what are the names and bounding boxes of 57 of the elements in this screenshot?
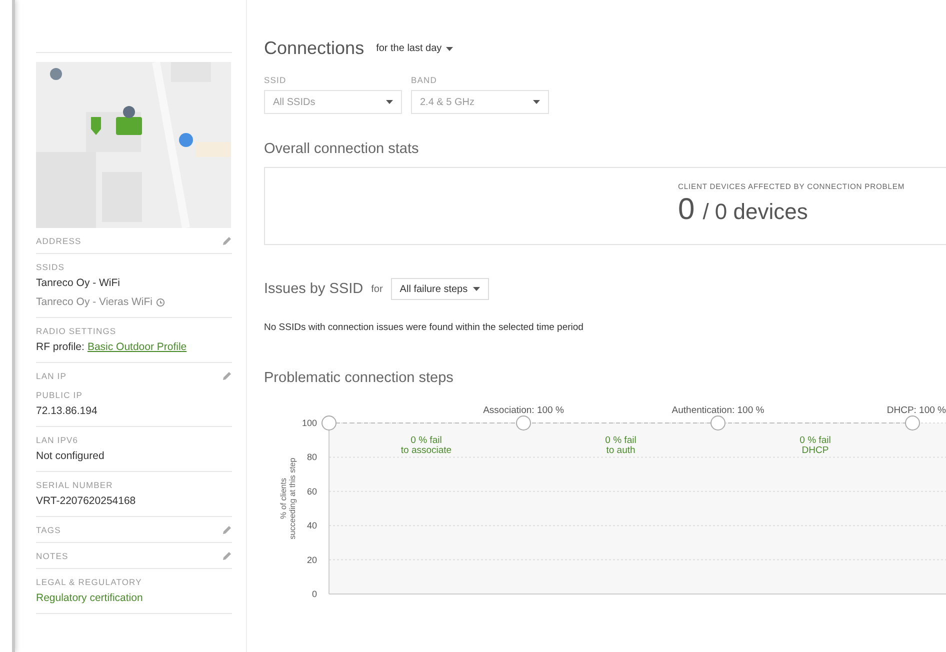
fail-label: 0 % fail to auth xyxy=(605,435,636,456)
step-label: Association: 100 % xyxy=(483,405,564,416)
profile-link[interactable]: Basic Outdoor Profile xyxy=(87,339,187,355)
page-title: Connections xyxy=(264,38,364,59)
field-label: PUBLIC IP xyxy=(36,390,82,400)
caret-icon xyxy=(472,287,480,291)
filter-select[interactable]: All SSIDs xyxy=(264,90,402,114)
pencil-icon[interactable] xyxy=(222,371,232,381)
data-point xyxy=(710,416,726,430)
field-label: NOTES xyxy=(36,551,68,561)
tick-label: 60 xyxy=(306,486,317,496)
for-label: for xyxy=(371,284,383,294)
caret-icon xyxy=(446,46,453,50)
tick-label: 0 xyxy=(312,589,317,599)
step-label: DHCP: 100 % xyxy=(886,405,946,416)
device-total: / 0 devices xyxy=(702,199,808,225)
field-label: ADDRESS xyxy=(36,236,82,246)
field-value: VRT-2207620254168 xyxy=(36,494,137,509)
filter-label: BAND xyxy=(411,75,438,85)
tick-label: 80 xyxy=(306,452,317,462)
field-value: Tanreco Oy - WiFi xyxy=(36,276,122,291)
pencil-icon[interactable] xyxy=(222,551,232,561)
certification-link[interactable]: Regulatory certification xyxy=(36,590,232,606)
axis-title: % of clients succeeding at this step xyxy=(279,458,297,540)
affected-count: 0 xyxy=(678,193,695,227)
field-label: LEGAL & REGULATORY xyxy=(36,577,142,587)
field-label: TAGS xyxy=(36,525,61,535)
empty-message: No SSIDs with connection issues were found within the selected time period xyxy=(264,322,584,333)
data-point xyxy=(905,416,920,430)
fail-label: 0 % fail to associate xyxy=(400,435,452,456)
tick-label: 20 xyxy=(306,554,317,565)
pencil-icon[interactable] xyxy=(222,236,232,246)
caret-icon xyxy=(386,100,393,104)
section-title: Overall connection stats xyxy=(264,141,419,157)
field-label: LAN IP xyxy=(36,371,67,381)
data-point xyxy=(516,416,531,430)
field-value: Not configured xyxy=(36,449,106,464)
fail-label: 0 % fail DHCP xyxy=(800,435,831,456)
pencil-icon[interactable] xyxy=(222,525,232,535)
tick-label: 40 xyxy=(306,520,317,531)
field-value: Tanreco Oy - Vieras WiFi xyxy=(36,295,152,310)
step-label: Authentication: 100 % xyxy=(672,405,764,416)
tick-label: 100 xyxy=(302,418,317,428)
section-title: Issues by SSID xyxy=(264,281,364,297)
filter-label: SSID xyxy=(264,75,288,85)
field-label: RADIO SETTINGS xyxy=(36,326,116,336)
filter-select[interactable]: 2.4 & 5 GHz xyxy=(411,90,549,114)
field-label: SERIAL NUMBER xyxy=(36,480,113,490)
caret-icon xyxy=(533,100,540,104)
field-label: LAN IPV6 xyxy=(36,435,78,445)
period-dropdown[interactable]: for the last day xyxy=(376,43,453,54)
data-point xyxy=(322,416,336,430)
failure-steps-dropdown[interactable]: All failure steps xyxy=(390,278,489,300)
field-value: RF profile: xyxy=(36,340,84,355)
field-label: SSIDS xyxy=(36,262,65,272)
field-value: 72.13.86.194 xyxy=(36,404,98,419)
section-title: Problematic connection steps xyxy=(264,370,454,386)
